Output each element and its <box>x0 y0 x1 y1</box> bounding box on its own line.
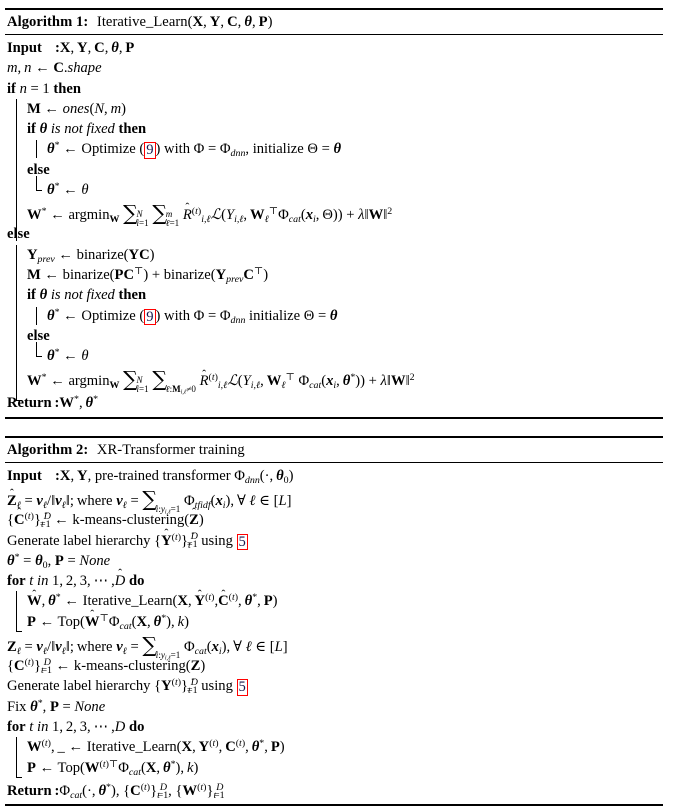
algo2-line-theta-init: θ* = θ0, P = None <box>7 551 111 571</box>
algo2-line-Z: Zℓ = vℓ/‖vℓ‖; where vℓ = ∑ i:yi,ℓ=1 Φcat… <box>7 633 288 662</box>
algorithm-1-title: Algorithm 1: Iterative_Learn(X, Y, C, θ,… <box>5 10 663 34</box>
algorithm-1-bottom-rule <box>5 416 663 419</box>
algorithm-1-block: Algorithm 1: Iterative_Learn(X, Y, C, θ,… <box>5 8 663 419</box>
input-keyword-2: Input <box>7 468 42 484</box>
algorithm-2-title: Algorithm 2: XR-Transformer training <box>5 438 663 462</box>
algo1-line-W-argmin-b: W* ← argminW ∑Ni=1 ∑ ℓ:Mi,ℓ≠0 ̂R(t)i,ℓℒ(… <box>27 367 415 396</box>
algo1-line-theta-assign-a: θ* ← θ <box>47 180 89 199</box>
algo2-line-P-top-2: P ← Top(W(t)⊤Φcat(X, θ*), k) <box>27 758 199 778</box>
algorithm-2-label: Algorithm 2: <box>7 442 89 458</box>
algorithm-1-body: Input:X, Y, C, θ, P m, n ← C.shape if n … <box>5 35 663 417</box>
algo2-line-for-1: for t in 1, 2, 3, ⋯ ,̂D do <box>7 573 145 590</box>
algo1-line-else-b: else <box>27 327 50 344</box>
algorithm-2-body: Input:X, Y, pre-trained transformer Φdnn… <box>5 463 663 804</box>
algo1-line-if-theta-not-fixed-b: if θ is not fixed then <box>27 287 147 304</box>
algorithm-page: Algorithm 1: Iterative_Learn(X, Y, C, θ,… <box>0 0 675 806</box>
algo2-line-gen-hierarchy-2: Generate label hierarchy {Y(t)}t̂D=1 usi… <box>7 677 248 697</box>
algo1-line-M-binarize: M ← binarize(PC⊤) + binarize(YprevC⊤) <box>27 265 269 285</box>
algo2-line-C-kmeans: {C(t)}tD=1 ← k-means-clustering(Z) <box>7 656 206 676</box>
algo2-line-fix-theta: Fix θ*, P = None <box>7 697 106 715</box>
algo2-line-for-2: for t in 1, 2, 3, ⋯ ,D do <box>7 718 145 735</box>
algo1-line-W-argmin-a: W* ← argminW ∑Ni=1 ∑mℓ=1 ̂R(t)i,ℓℒ(Yi,ℓ,… <box>27 201 393 229</box>
algo1-line-if-theta-not-fixed-a: if θ is not fixed then <box>27 121 147 138</box>
algo1-line-shape: m, n ← C.shape <box>7 60 102 77</box>
algo1-line-input: Input:X, Y, C, θ, P <box>7 40 135 56</box>
algo1-line-M-ones: M ← ones(N, m) <box>27 100 127 117</box>
algo1-line-else-outer: else <box>7 226 30 243</box>
algorithm-1-label: Algorithm 1: <box>7 14 89 30</box>
reference-link-5-a[interactable]: 5 <box>236 533 248 551</box>
algo2-line-gen-hierarchy-1: Generate label hierarchy {̂Y(t)}t̂D=1 us… <box>7 531 248 551</box>
algo2-line-What-iterative-learn: ̂W, θ* ← Iterative_Learn(X, ̂Y(t),̂C(t),… <box>27 592 278 610</box>
algorithm-2-block: Algorithm 2: XR-Transformer training Inp… <box>5 436 663 806</box>
algo1-line-theta-assign-b: θ* ← θ <box>47 347 89 365</box>
algo1-line-return: Return :W*, θ* <box>7 394 99 412</box>
algo1-line-optimize-a: θ* ← Optimize (9) with Φ = Φdnn, initial… <box>47 140 342 160</box>
algorithm-1-name: Iterative_Learn(X, Y, C, θ, P) <box>96 14 273 30</box>
algo2-line-P-top-1: P ← Top(̂W⊤Φcat(X, θ*), k) <box>27 612 189 632</box>
algo1-line-else-a: else <box>27 161 50 178</box>
algorithm-2-name: XR-Transformer training <box>96 442 245 458</box>
reference-link-5-b[interactable]: 5 <box>236 679 248 697</box>
algo1-line-optimize-b: θ* ← Optimize (9) with Φ = Φdnn initiali… <box>47 306 338 326</box>
return-keyword-2: Return <box>7 782 52 799</box>
reference-link-9-b[interactable]: 9 <box>144 308 156 326</box>
algo1-line-Yprev: Yprev ← binarize(YC) <box>27 246 155 265</box>
input-keyword: Input <box>7 40 42 56</box>
algo2-line-Chat-kmeans: {̂C(t)}t̂D=1 ← k-means-clustering(̂Z) <box>7 511 204 531</box>
algo2-line-return: Return :Φcat(·, θ*), {C(t)}tD=1, {W(t)}t… <box>7 781 225 801</box>
return-keyword-1: Return <box>7 395 52 412</box>
algo1-line-if-n-eq-1: if n = 1 then <box>7 80 81 97</box>
algo2-line-input: Input:X, Y, pre-trained transformer Φdnn… <box>7 468 294 486</box>
reference-link-9-a[interactable]: 9 <box>144 142 156 160</box>
algo2-line-Zhat: ̂Zℓ = vℓ/‖vℓ‖; where vℓ = ∑ i:yi,ℓ=1 Φtf… <box>7 487 292 516</box>
algo2-line-Wt-iterative-learn: W(t), _ ← Iterative_Learn(X, Y(t), C(t),… <box>27 738 285 756</box>
